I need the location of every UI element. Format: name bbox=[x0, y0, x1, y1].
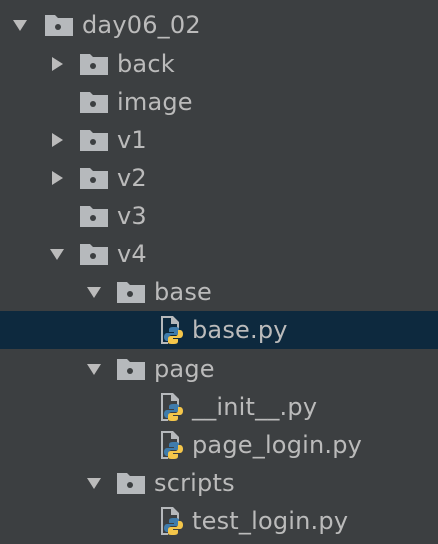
tree-item-label: v4 bbox=[117, 240, 147, 268]
tree-row-v2[interactable]: v2 bbox=[0, 159, 438, 197]
folder-icon bbox=[79, 163, 109, 193]
folder-icon bbox=[79, 87, 109, 117]
folder-icon bbox=[116, 277, 146, 307]
tree-item-label: scripts bbox=[154, 469, 235, 497]
tree-item-label: day06_02 bbox=[82, 11, 201, 39]
tree-row-day06_02[interactable]: day06_02 bbox=[0, 6, 438, 44]
python-file-icon bbox=[156, 392, 186, 422]
tree-item-label: v3 bbox=[117, 202, 147, 230]
folder-icon bbox=[79, 201, 109, 231]
collapse-arrow-icon[interactable] bbox=[47, 168, 67, 188]
tree-item-label: page_login.py bbox=[192, 431, 363, 459]
expand-arrow-icon[interactable] bbox=[84, 282, 104, 302]
collapse-arrow-icon[interactable] bbox=[47, 130, 67, 150]
expand-arrow-icon[interactable] bbox=[10, 15, 30, 35]
tree-row-base[interactable]: base bbox=[0, 273, 438, 311]
tree-row-page[interactable]: page bbox=[0, 350, 438, 388]
expand-arrow-icon[interactable] bbox=[84, 359, 104, 379]
tree-item-label: v2 bbox=[117, 164, 147, 192]
expand-arrow-icon[interactable] bbox=[84, 473, 104, 493]
expand-arrow-icon[interactable] bbox=[47, 244, 67, 264]
python-file-icon bbox=[156, 430, 186, 460]
python-file-icon bbox=[156, 315, 186, 345]
tree-item-label: base.py bbox=[192, 316, 288, 344]
tree-row-v1[interactable]: v1 bbox=[0, 121, 438, 159]
tree-item-label: v1 bbox=[117, 126, 147, 154]
tree-row-back[interactable]: back bbox=[0, 45, 438, 83]
tree-row-v4[interactable]: v4 bbox=[0, 235, 438, 273]
python-file-icon bbox=[156, 506, 186, 536]
folder-icon bbox=[79, 239, 109, 269]
project-tree: day06_02 back image v1 v2 v3 v4 base bas… bbox=[0, 0, 438, 544]
tree-row-image[interactable]: image bbox=[0, 83, 438, 121]
folder-icon bbox=[116, 354, 146, 384]
folder-icon bbox=[79, 125, 109, 155]
folder-icon bbox=[79, 49, 109, 79]
tree-item-label: image bbox=[117, 88, 193, 116]
tree-item-label: base bbox=[154, 278, 213, 306]
tree-item-label: test_login.py bbox=[192, 507, 349, 535]
tree-row-v3[interactable]: v3 bbox=[0, 197, 438, 235]
tree-item-label: page bbox=[154, 355, 215, 383]
tree-item-label: back bbox=[117, 50, 175, 78]
collapse-arrow-icon[interactable] bbox=[47, 54, 67, 74]
folder-icon bbox=[116, 468, 146, 498]
tree-row-scripts[interactable]: scripts bbox=[0, 464, 438, 502]
tree-row-init-py[interactable]: __init__.py bbox=[0, 388, 438, 426]
tree-row-test-login-py[interactable]: test_login.py bbox=[0, 502, 438, 540]
tree-row-page-login-py[interactable]: page_login.py bbox=[0, 426, 438, 464]
folder-icon bbox=[44, 10, 74, 40]
tree-item-label: __init__.py bbox=[192, 393, 318, 421]
tree-row-base-py[interactable]: base.py bbox=[0, 311, 438, 349]
